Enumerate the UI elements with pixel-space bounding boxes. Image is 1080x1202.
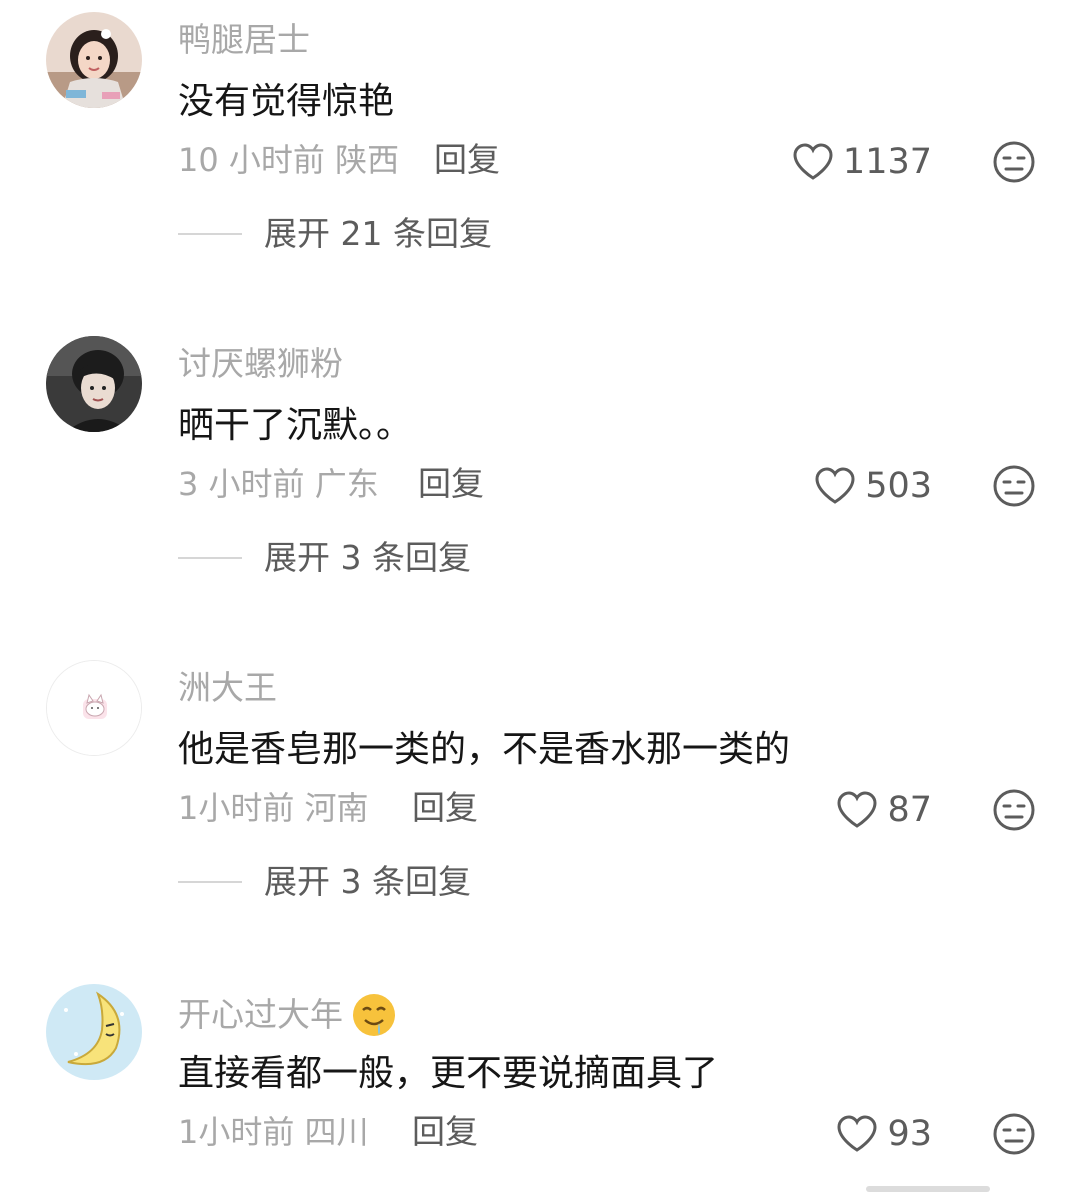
- reply-button[interactable]: 回复: [434, 140, 500, 180]
- comment-text: 直接看都一般，更不要说摘面具了: [178, 1053, 719, 1094]
- username[interactable]: 洲大王: [178, 668, 277, 708]
- comment-meta: 1小时前 河南: [178, 789, 369, 827]
- expand-replies-label: 展开 3 条回复: [264, 862, 471, 901]
- username[interactable]: 鸭腿居士: [178, 20, 310, 60]
- avatar[interactable]: [46, 12, 142, 108]
- dislike-button[interactable]: [992, 788, 1036, 832]
- username[interactable]: 讨厌螺狮粉: [178, 344, 343, 384]
- like-button[interactable]: 87: [835, 790, 932, 830]
- neutral-face-icon: [993, 141, 1035, 183]
- drooling-face-emoji-icon: [353, 994, 395, 1036]
- like-button[interactable]: 1137: [791, 142, 932, 182]
- comment-text: 晒干了沉默。。: [178, 405, 413, 446]
- avatar[interactable]: [46, 336, 142, 432]
- reply-button[interactable]: 回复: [418, 464, 484, 504]
- username-text: 开心过大年: [178, 995, 343, 1034]
- comment-text: 没有觉得惊艳: [178, 81, 395, 122]
- dislike-button[interactable]: [992, 464, 1036, 508]
- comment-meta: 10 小时前 陕西: [178, 141, 400, 179]
- like-count: 503: [865, 466, 932, 506]
- comment-meta: 1小时前 四川: [178, 1113, 369, 1151]
- comment-meta: 3 小时前 广东: [178, 465, 379, 503]
- neutral-face-icon: [993, 789, 1035, 831]
- comment-text: 他是香皂那一类的，不是香水那一类的: [178, 729, 791, 770]
- dislike-button[interactable]: [992, 1112, 1036, 1156]
- reply-button[interactable]: 回复: [412, 788, 478, 828]
- avatar[interactable]: [46, 984, 142, 1080]
- like-count: 87: [887, 790, 932, 830]
- expand-replies-label: 展开 21 条回复: [264, 214, 492, 253]
- like-count: 93: [887, 1114, 932, 1154]
- expand-divider: [178, 557, 242, 559]
- expand-divider: [178, 881, 242, 883]
- expand-divider: [178, 233, 242, 235]
- heart-icon: [837, 791, 877, 828]
- neutral-face-icon: [993, 1113, 1035, 1155]
- avatar[interactable]: [46, 660, 142, 756]
- scrollbar-thumb[interactable]: [866, 1186, 990, 1192]
- dislike-button[interactable]: [992, 140, 1036, 184]
- heart-icon: [793, 143, 833, 180]
- like-count: 1137: [842, 142, 932, 182]
- heart-icon: [815, 467, 855, 504]
- expand-replies[interactable]: 展开 3 条回复: [178, 862, 471, 902]
- expand-replies[interactable]: 展开 21 条回复: [178, 214, 492, 254]
- expand-replies[interactable]: 展开 3 条回复: [178, 538, 471, 578]
- like-button[interactable]: 503: [813, 466, 932, 506]
- username[interactable]: 开心过大年: [178, 992, 397, 1038]
- expand-replies-label: 展开 3 条回复: [264, 538, 471, 577]
- reply-button[interactable]: 回复: [412, 1112, 478, 1152]
- like-button[interactable]: 93: [835, 1114, 932, 1154]
- neutral-face-icon: [993, 465, 1035, 507]
- heart-icon: [837, 1115, 877, 1152]
